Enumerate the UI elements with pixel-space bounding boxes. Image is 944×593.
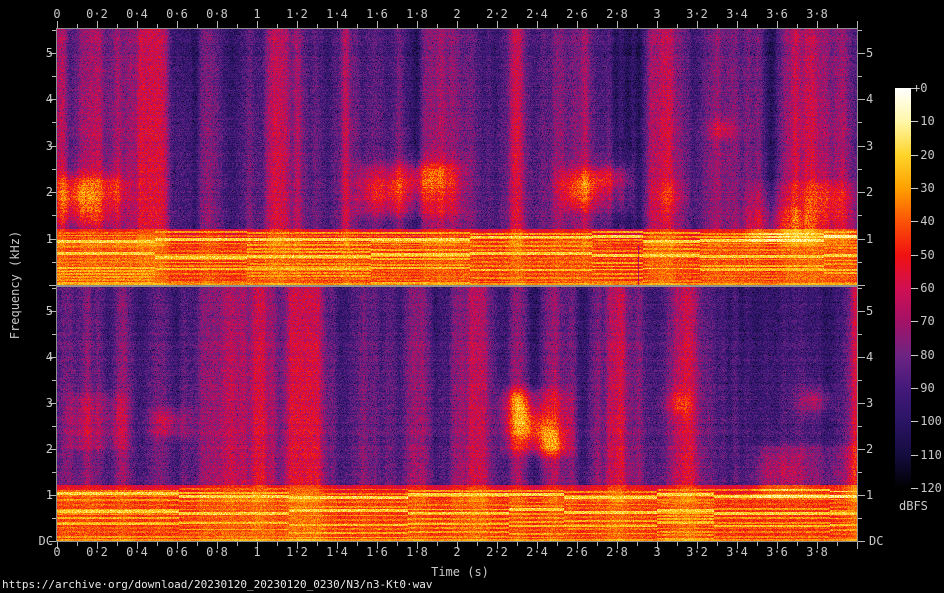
time-tick-label-bottom: 0·2 <box>86 546 108 558</box>
colorbar-tick-label: -120 <box>913 482 942 494</box>
time-tick-label-top: 0·8 <box>206 8 228 20</box>
time-tick-label-bottom: 3·8 <box>806 546 828 558</box>
time-tick-label-bottom: 1 <box>253 546 260 558</box>
freq-tick-label-right: 4 <box>866 93 873 105</box>
colorbar-tick-label: -80 <box>913 349 935 361</box>
freq-tick-label-right: 1 <box>866 233 873 245</box>
time-tick-label-bottom: 3 <box>653 546 660 558</box>
time-tick-label-top: 0 <box>53 8 60 20</box>
freq-tick-label-right: 3 <box>866 397 873 409</box>
freq-tick-label-left: 4 <box>46 351 53 363</box>
time-tick-label-bottom: 2·2 <box>486 546 508 558</box>
time-tick-label-top: 2·6 <box>566 8 588 20</box>
time-tick-label-bottom: 0·4 <box>126 546 148 558</box>
freq-tick-label-right: 2 <box>866 443 873 455</box>
colorbar-tick-label: -30 <box>913 182 935 194</box>
freq-tick-label-left: 5 <box>46 305 53 317</box>
time-tick-label-top: 3·2 <box>686 8 708 20</box>
time-tick-label-top: 0·4 <box>126 8 148 20</box>
colorbar-tick-label: -70 <box>913 315 935 327</box>
time-tick-label-top: 2·2 <box>486 8 508 20</box>
colorbar-tick-label: -100 <box>913 415 942 427</box>
time-tick-label-top: 3·4 <box>726 8 748 20</box>
time-tick-label-bottom: 2·4 <box>526 546 548 558</box>
source-url-text: https://archive·org/download/20230120_20… <box>2 578 432 591</box>
colorbar-tick-label: -20 <box>913 149 935 161</box>
time-tick-label-bottom: 1·6 <box>366 546 388 558</box>
colorbar-tick-label: -90 <box>913 382 935 394</box>
time-tick-label-bottom: 1·4 <box>326 546 348 558</box>
freq-tick-label-right: 1 <box>866 489 873 501</box>
time-tick-label-bottom: 2 <box>453 546 460 558</box>
colorbar-tick-label: -110 <box>913 449 942 461</box>
time-tick-label-top: 1·8 <box>406 8 428 20</box>
freq-tick-label-right: 3 <box>866 140 873 152</box>
colorbar-unit-label: dBFS <box>899 500 928 512</box>
time-tick-label-top: 1·2 <box>286 8 308 20</box>
freq-tick-label-left: 4 <box>46 93 53 105</box>
time-tick-label-bottom: 3·6 <box>766 546 788 558</box>
time-tick-label-top: 2 <box>453 8 460 20</box>
time-tick-label-bottom: 2·8 <box>606 546 628 558</box>
freq-tick-label-left: 1 <box>46 489 53 501</box>
time-tick-label-bottom: 2·6 <box>566 546 588 558</box>
freq-tick-label-right: 5 <box>866 305 873 317</box>
colorbar-tick-label: -50 <box>913 249 935 261</box>
time-tick-label-top: 3·8 <box>806 8 828 20</box>
freq-tick-label-left: 3 <box>46 140 53 152</box>
freq-tick-label-left: 5 <box>46 47 53 59</box>
colorbar-tick-label: +0 <box>913 82 927 94</box>
time-tick-label-top: 1·4 <box>326 8 348 20</box>
x-axis-title: Time (s) <box>431 566 489 578</box>
freq-tick-label-right: 5 <box>866 47 873 59</box>
axis-labels-layer: 0 0 0·2 0·2 0·4 0·4 0·6 0·6 0·8 0·8 1 1 1·2 1·2 1·4 1·4… <box>0 0 944 593</box>
time-tick-label-bottom: 0 <box>53 546 60 558</box>
time-tick-label-bottom: 3·2 <box>686 546 708 558</box>
time-tick-label-bottom: 1·2 <box>286 546 308 558</box>
colorbar-tick-label: -40 <box>913 215 935 227</box>
time-tick-label-top: 3 <box>653 8 660 20</box>
time-tick-label-top: 1 <box>253 8 260 20</box>
freq-tick-label-left: 2 <box>46 186 53 198</box>
time-tick-label-bottom: 1·8 <box>406 546 428 558</box>
freq-tick-label-right: 4 <box>866 351 873 363</box>
time-tick-label-top: 2·4 <box>526 8 548 20</box>
time-tick-label-bottom: 0·8 <box>206 546 228 558</box>
time-tick-label-top: 0·2 <box>86 8 108 20</box>
time-tick-label-bottom: 0·6 <box>166 546 188 558</box>
colorbar-tick-label: -60 <box>913 282 935 294</box>
time-tick-label-top: 0·6 <box>166 8 188 20</box>
time-tick-label-bottom: 3·4 <box>726 546 748 558</box>
freq-tick-label-right: 2 <box>866 186 873 198</box>
spectrogram-figure: 0 0 0·2 0·2 0·4 0·4 0·6 0·6 0·8 0·8 1 1 1·2 1·2 1·4 1·4… <box>0 0 944 593</box>
y-axis-title: Frequency (kHz) <box>9 231 21 339</box>
freq-dc-label-left: DC <box>39 535 53 547</box>
freq-tick-label-left: 3 <box>46 397 53 409</box>
colorbar-tick-label: -10 <box>913 115 935 127</box>
freq-dc-label-right: DC <box>869 535 883 547</box>
time-tick-label-top: 1·6 <box>366 8 388 20</box>
freq-tick-label-left: 2 <box>46 443 53 455</box>
time-tick-label-top: 2·8 <box>606 8 628 20</box>
freq-tick-label-left: 1 <box>46 233 53 245</box>
time-tick-label-top: 3·6 <box>766 8 788 20</box>
